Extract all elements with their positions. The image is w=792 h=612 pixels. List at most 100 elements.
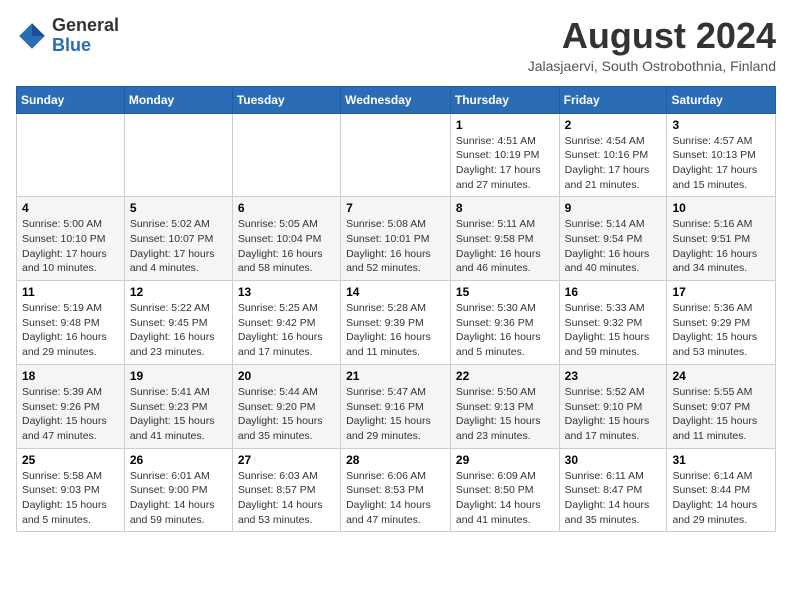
day-number: 28 [346, 453, 445, 467]
calendar-cell: 12 Sunrise: 5:22 AMSunset: 9:45 PMDayligh… [124, 281, 232, 365]
calendar-cell: 14 Sunrise: 5:28 AMSunset: 9:39 PMDayligh… [341, 281, 451, 365]
logo-general: General [52, 15, 119, 35]
day-info: Sunrise: 5:02 AMSunset: 10:07 PMDaylight… [130, 217, 227, 276]
day-number: 16 [565, 285, 662, 299]
location-subtitle: Jalasjaervi, South Ostrobothnia, Finland [528, 58, 776, 74]
day-info: Sunrise: 6:01 AMSunset: 9:00 PMDaylight:… [130, 469, 227, 528]
day-info: Sunrise: 5:05 AMSunset: 10:04 PMDaylight… [238, 217, 335, 276]
day-info: Sunrise: 5:14 AMSunset: 9:54 PMDaylight:… [565, 217, 662, 276]
calendar-week-row: 1Sunrise: 4:51 AMSunset: 10:19 PMDayligh… [17, 113, 776, 197]
day-number: 18 [22, 369, 119, 383]
logo-text: General Blue [52, 16, 119, 56]
day-info: Sunrise: 5:36 AMSunset: 9:29 PMDaylight:… [672, 301, 770, 360]
column-header-thursday: Thursday [450, 86, 559, 113]
calendar-cell: 15Sunrise: 5:30 AMSunset: 9:36 PMDayligh… [450, 281, 559, 365]
day-number: 26 [130, 453, 227, 467]
day-number: 15 [456, 285, 554, 299]
calendar-cell: 11 Sunrise: 5:19 AMSunset: 9:48 PMDayligh… [17, 281, 125, 365]
calendar-cell: 26 Sunrise: 6:01 AMSunset: 9:00 PMDayligh… [124, 448, 232, 532]
day-info: Sunrise: 5:33 AMSunset: 9:32 PMDaylight:… [565, 301, 662, 360]
day-info: Sunrise: 5:44 AMSunset: 9:20 PMDaylight:… [238, 385, 335, 444]
day-info: Sunrise: 4:57 AMSunset: 10:13 PMDaylight… [672, 134, 770, 193]
column-header-tuesday: Tuesday [232, 86, 340, 113]
calendar-cell: 31Sunrise: 6:14 AMSunset: 8:44 PMDayligh… [667, 448, 776, 532]
calendar-cell: 7 Sunrise: 5:08 AMSunset: 10:01 PMDayligh… [341, 197, 451, 281]
day-number: 8 [456, 201, 554, 215]
calendar-cell: 17 Sunrise: 5:36 AMSunset: 9:29 PMDayligh… [667, 281, 776, 365]
calendar-cell: 1Sunrise: 4:51 AMSunset: 10:19 PMDayligh… [450, 113, 559, 197]
calendar-cell: 27 Sunrise: 6:03 AMSunset: 8:57 PMDayligh… [232, 448, 340, 532]
logo-blue: Blue [52, 35, 91, 55]
day-number: 24 [672, 369, 770, 383]
day-number: 11 [22, 285, 119, 299]
day-info: Sunrise: 5:00 AMSunset: 10:10 PMDaylight… [22, 217, 119, 276]
calendar-cell: 10Sunrise: 5:16 AMSunset: 9:51 PMDayligh… [667, 197, 776, 281]
day-info: Sunrise: 5:58 AMSunset: 9:03 PMDaylight:… [22, 469, 119, 528]
day-info: Sunrise: 5:11 AMSunset: 9:58 PMDaylight:… [456, 217, 554, 276]
calendar-cell: 16 Sunrise: 5:33 AMSunset: 9:32 PMDayligh… [559, 281, 667, 365]
title-block: August 2024 Jalasjaervi, South Ostroboth… [528, 16, 776, 74]
day-number: 27 [238, 453, 335, 467]
calendar-cell: 25 Sunrise: 5:58 AMSunset: 9:03 PMDayligh… [17, 448, 125, 532]
column-header-friday: Friday [559, 86, 667, 113]
column-header-wednesday: Wednesday [341, 86, 451, 113]
column-header-saturday: Saturday [667, 86, 776, 113]
column-header-sunday: Sunday [17, 86, 125, 113]
calendar-cell: 2 Sunrise: 4:54 AMSunset: 10:16 PMDayligh… [559, 113, 667, 197]
column-header-monday: Monday [124, 86, 232, 113]
calendar-week-row: 25 Sunrise: 5:58 AMSunset: 9:03 PMDayligh… [17, 448, 776, 532]
calendar-cell: 5 Sunrise: 5:02 AMSunset: 10:07 PMDayligh… [124, 197, 232, 281]
day-info: Sunrise: 5:28 AMSunset: 9:39 PMDaylight:… [346, 301, 445, 360]
calendar-cell: 24 Sunrise: 5:55 AMSunset: 9:07 PMDayligh… [667, 364, 776, 448]
day-info: Sunrise: 6:11 AMSunset: 8:47 PMDaylight:… [565, 469, 662, 528]
day-number: 12 [130, 285, 227, 299]
day-number: 17 [672, 285, 770, 299]
day-number: 13 [238, 285, 335, 299]
calendar-cell: 30 Sunrise: 6:11 AMSunset: 8:47 PMDayligh… [559, 448, 667, 532]
day-info: Sunrise: 5:39 AMSunset: 9:26 PMDaylight:… [22, 385, 119, 444]
day-number: 25 [22, 453, 119, 467]
calendar-cell: 9Sunrise: 5:14 AMSunset: 9:54 PMDaylight… [559, 197, 667, 281]
day-number: 2 [565, 118, 662, 132]
calendar-cell [17, 113, 125, 197]
calendar-table: SundayMondayTuesdayWednesdayThursdayFrid… [16, 86, 776, 533]
calendar-cell: 28 Sunrise: 6:06 AMSunset: 8:53 PMDayligh… [341, 448, 451, 532]
day-info: Sunrise: 5:50 AMSunset: 9:13 PMDaylight:… [456, 385, 554, 444]
calendar-week-row: 11 Sunrise: 5:19 AMSunset: 9:48 PMDayligh… [17, 281, 776, 365]
day-number: 22 [456, 369, 554, 383]
calendar-header-row: SundayMondayTuesdayWednesdayThursdayFrid… [17, 86, 776, 113]
day-info: Sunrise: 4:54 AMSunset: 10:16 PMDaylight… [565, 134, 662, 193]
day-number: 14 [346, 285, 445, 299]
calendar-cell: 19Sunrise: 5:41 AMSunset: 9:23 PMDayligh… [124, 364, 232, 448]
day-info: Sunrise: 5:47 AMSunset: 9:16 PMDaylight:… [346, 385, 445, 444]
calendar-cell: 18 Sunrise: 5:39 AMSunset: 9:26 PMDayligh… [17, 364, 125, 448]
calendar-cell: 29 Sunrise: 6:09 AMSunset: 8:50 PMDayligh… [450, 448, 559, 532]
day-number: 10 [672, 201, 770, 215]
day-number: 30 [565, 453, 662, 467]
day-info: Sunrise: 4:51 AMSunset: 10:19 PMDaylight… [456, 134, 554, 193]
day-number: 5 [130, 201, 227, 215]
calendar-cell: 4Sunrise: 5:00 AMSunset: 10:10 PMDayligh… [17, 197, 125, 281]
day-info: Sunrise: 5:08 AMSunset: 10:01 PMDaylight… [346, 217, 445, 276]
logo-icon [16, 20, 48, 52]
day-info: Sunrise: 5:22 AMSunset: 9:45 PMDaylight:… [130, 301, 227, 360]
day-info: Sunrise: 6:06 AMSunset: 8:53 PMDaylight:… [346, 469, 445, 528]
calendar-week-row: 4Sunrise: 5:00 AMSunset: 10:10 PMDayligh… [17, 197, 776, 281]
calendar-cell: 3 Sunrise: 4:57 AMSunset: 10:13 PMDayligh… [667, 113, 776, 197]
day-info: Sunrise: 5:25 AMSunset: 9:42 PMDaylight:… [238, 301, 335, 360]
day-info: Sunrise: 6:14 AMSunset: 8:44 PMDaylight:… [672, 469, 770, 528]
day-info: Sunrise: 6:03 AMSunset: 8:57 PMDaylight:… [238, 469, 335, 528]
day-number: 7 [346, 201, 445, 215]
day-number: 3 [672, 118, 770, 132]
day-info: Sunrise: 6:09 AMSunset: 8:50 PMDaylight:… [456, 469, 554, 528]
day-number: 29 [456, 453, 554, 467]
calendar-cell: 22 Sunrise: 5:50 AMSunset: 9:13 PMDayligh… [450, 364, 559, 448]
calendar-cell: 6Sunrise: 5:05 AMSunset: 10:04 PMDayligh… [232, 197, 340, 281]
day-info: Sunrise: 5:19 AMSunset: 9:48 PMDaylight:… [22, 301, 119, 360]
day-info: Sunrise: 5:41 AMSunset: 9:23 PMDaylight:… [130, 385, 227, 444]
page-header: General Blue August 2024 Jalasjaervi, So… [16, 16, 776, 74]
day-number: 20 [238, 369, 335, 383]
calendar-cell [232, 113, 340, 197]
day-number: 21 [346, 369, 445, 383]
day-info: Sunrise: 5:55 AMSunset: 9:07 PMDaylight:… [672, 385, 770, 444]
